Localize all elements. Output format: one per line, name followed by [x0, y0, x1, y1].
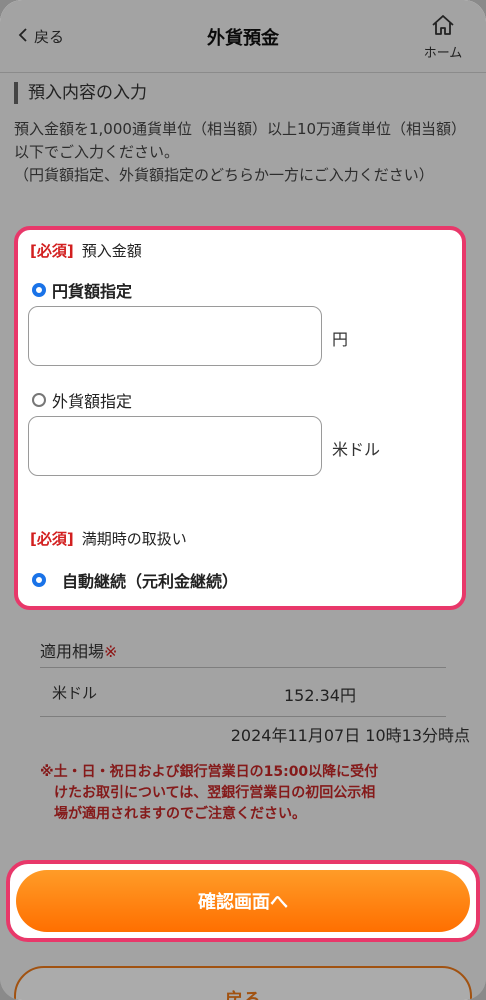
fx-option-label: 外貨額指定 [52, 392, 133, 411]
rate-value: 152.34円 [284, 686, 356, 705]
rate-divider-bottom [40, 716, 446, 717]
fx-option[interactable]: 外貨額指定 [32, 388, 132, 412]
fx-unit: 米ドル [332, 440, 381, 459]
maturity-option[interactable]: 自動継続（元利金継続） [32, 568, 238, 592]
required-tag: [必須] [30, 530, 74, 548]
rate-timestamp: 2024年11月07日 10時13分時点 [230, 726, 470, 745]
input-form-card: [必須] 預入金額 円貨額指定 円 外貨額指定 米ドル [必須] 満期時の取扱い 自… [14, 226, 466, 610]
yen-option[interactable]: 円貨額指定 [32, 278, 132, 302]
section-description: 預入金額を1,000通貨単位（相当額）以上10万通貨単位（相当額）以下でご入力く… [14, 120, 467, 184]
confirm-button[interactable]: 確認画面へ [16, 870, 470, 932]
amount-label: [必須] 預入金額 [30, 240, 142, 261]
radio-unselected-icon [32, 393, 46, 407]
section-title: 預入内容の入力 [14, 82, 147, 104]
maturity-label: [必須] 満期時の取扱い [30, 528, 187, 549]
maturity-label-text: 満期時の取扱い [81, 530, 187, 548]
maturity-option-label: 自動継続（元利金継続） [62, 572, 239, 591]
confirm-highlight: 確認画面へ [6, 860, 480, 942]
page-title: 外貨預金 [207, 28, 279, 49]
yen-option-label: 円貨額指定 [52, 282, 133, 301]
radio-selected-icon [32, 283, 46, 297]
yen-amount-input[interactable] [28, 306, 322, 366]
rate-currency: 米ドル [52, 684, 98, 702]
header: 戻る 外貨預金 ホーム [0, 0, 486, 73]
home-icon [431, 15, 455, 40]
amount-label-text: 預入金額 [81, 242, 142, 260]
rate-title: 適用相場※ [40, 638, 117, 662]
rate-note: ※土・日・祝日および銀行営業日の15:00以降に受付 けたお取引については、翌銀… [40, 764, 379, 822]
radio-selected-icon [32, 573, 46, 587]
back-button[interactable]: 戻る [14, 966, 472, 1000]
rate-title-mark: ※ [104, 642, 118, 661]
screen: 戻る 外貨預金 ホーム 預入内容の入力 預入金額を1,000通貨単位（相当額）以… [0, 0, 486, 1000]
yen-unit: 円 [332, 330, 349, 349]
required-tag: [必須] [30, 242, 74, 260]
fx-amount-input[interactable] [28, 416, 322, 476]
home-button[interactable]: ホーム [420, 14, 466, 61]
home-label: ホーム [423, 46, 463, 61]
rate-title-text: 適用相場 [40, 642, 105, 661]
rate-divider-top [40, 667, 446, 668]
